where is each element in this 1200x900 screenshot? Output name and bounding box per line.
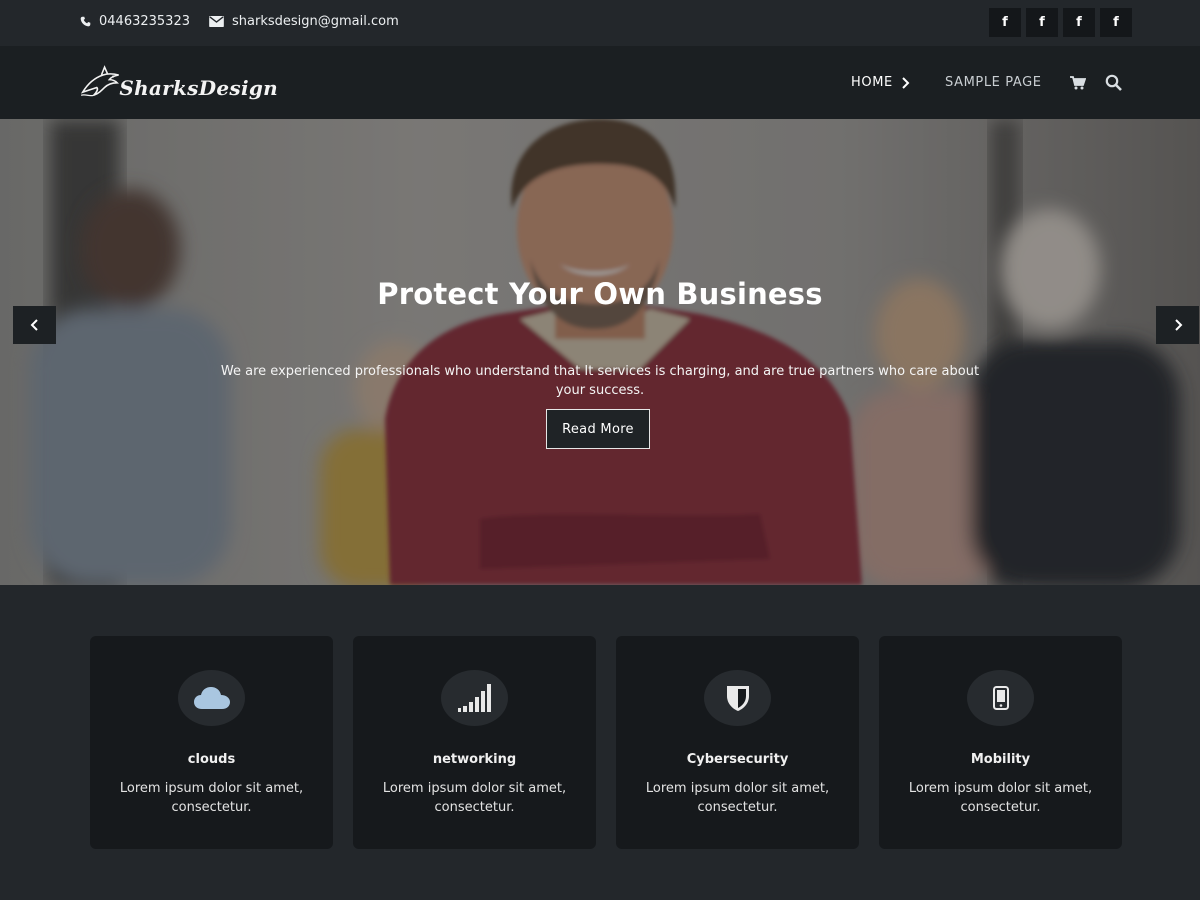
hero-slider: Protect Your Own Business We are experie… (0, 119, 1200, 585)
site-logo[interactable]: SharksDesign (78, 54, 278, 110)
cloud-icon (193, 687, 230, 709)
features-section: clouds Lorem ipsum dolor sit amet, conse… (0, 585, 1200, 900)
chevron-right-icon (902, 76, 910, 89)
chevron-left-icon (30, 319, 38, 331)
cloud-icon-circle (178, 670, 245, 726)
phone-contact[interactable]: 04463235323 (80, 14, 190, 29)
cart-button[interactable] (1070, 75, 1086, 90)
read-more-button[interactable]: Read More (546, 409, 650, 449)
feature-title: Mobility (970, 752, 1031, 767)
nav-sample-label: SAMPLE PAGE (945, 75, 1042, 90)
slider-prev-button[interactable] (13, 306, 56, 344)
feature-card-mobility[interactable]: Mobility Lorem ipsum dolor sit amet, con… (879, 636, 1122, 849)
signal-icon (457, 684, 491, 712)
feature-card-cybersecurity[interactable]: Cybersecurity Lorem ipsum dolor sit amet… (616, 636, 859, 849)
nav-sample-page[interactable]: SAMPLE PAGE (945, 75, 1042, 90)
nav-home[interactable]: HOME (851, 75, 911, 90)
site-header: SharksDesign HOME SAMPLE PAGE (0, 46, 1200, 119)
cart-icon (1070, 75, 1086, 89)
facebook-icon[interactable]: f (1026, 8, 1058, 37)
feature-title: Cybersecurity (686, 752, 789, 767)
feature-text: Lorem ipsum dolor sit amet, consectetur. (645, 781, 830, 815)
feature-title: clouds (187, 752, 236, 767)
top-bar: 04463235323 sharksdesign@gmail.com f f f… (0, 0, 1200, 46)
feature-text: Lorem ipsum dolor sit amet, consectetur. (382, 781, 567, 815)
slider-next-button[interactable] (1156, 306, 1199, 344)
signal-icon-circle (441, 670, 508, 726)
hero-overlay (0, 119, 1200, 585)
facebook-icon[interactable]: f (989, 8, 1021, 37)
email-contact[interactable]: sharksdesign@gmail.com (209, 14, 399, 29)
facebook-icon[interactable]: f (1063, 8, 1095, 37)
chevron-right-icon (1174, 319, 1182, 331)
social-links: f f f f (989, 8, 1132, 37)
nav-home-label: HOME (851, 75, 893, 90)
search-button[interactable] (1105, 74, 1122, 91)
feature-title: networking (432, 752, 517, 767)
shark-logo-icon (80, 65, 119, 97)
shield-icon (726, 686, 749, 711)
hero-description: We are experienced professionals who und… (220, 364, 980, 398)
feature-card-networking[interactable]: networking Lorem ipsum dolor sit amet, c… (353, 636, 596, 849)
facebook-icon[interactable]: f (1100, 8, 1132, 37)
shield-icon-circle (704, 670, 771, 726)
logo-text: SharksDesign (119, 76, 278, 100)
phone-number: 04463235323 (99, 14, 190, 29)
mobile-icon-circle (967, 670, 1034, 726)
feature-text: Lorem ipsum dolor sit amet, consectetur. (908, 781, 1093, 815)
feature-text: Lorem ipsum dolor sit amet, consectetur. (119, 781, 304, 815)
search-icon (1105, 74, 1122, 91)
hero-title: Protect Your Own Business (377, 277, 823, 311)
mobile-icon (992, 686, 1009, 710)
phone-icon (80, 16, 91, 27)
envelope-icon (209, 16, 224, 27)
feature-card-clouds[interactable]: clouds Lorem ipsum dolor sit amet, conse… (90, 636, 333, 849)
email-address: sharksdesign@gmail.com (232, 14, 399, 29)
